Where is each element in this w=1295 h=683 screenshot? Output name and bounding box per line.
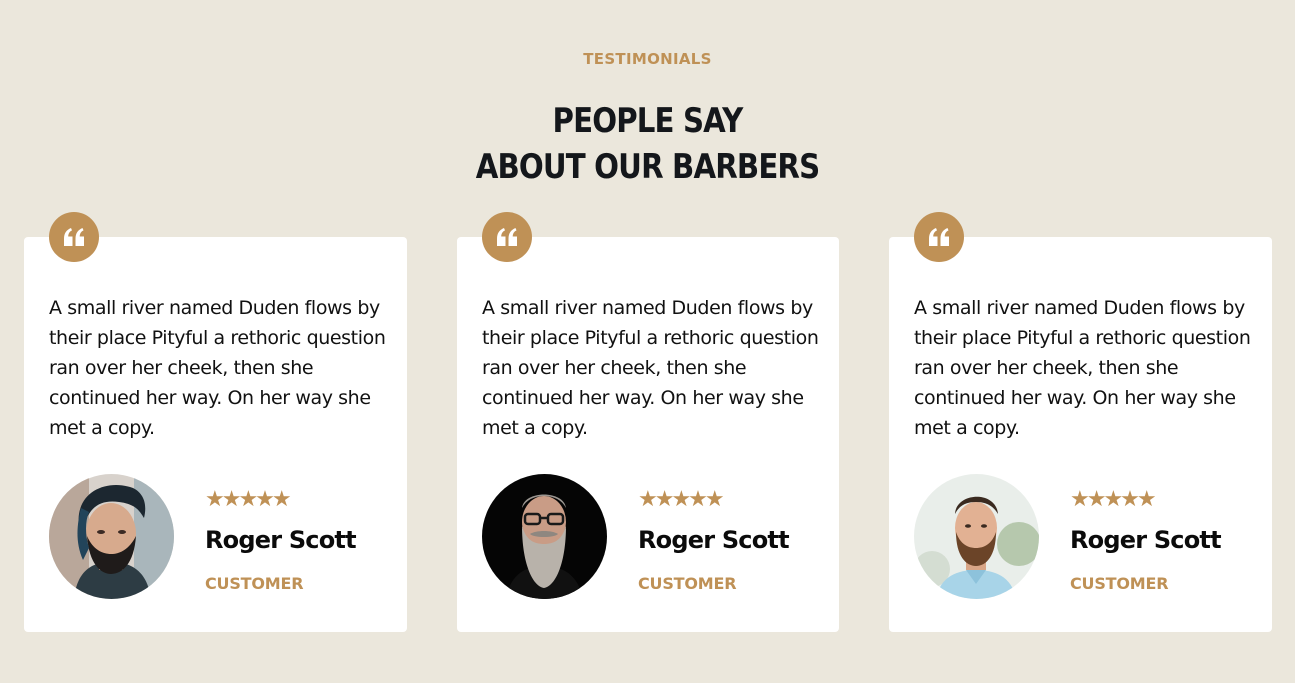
avatar bbox=[914, 474, 1039, 599]
customer-name: Roger Scott bbox=[205, 526, 357, 554]
quote-icon bbox=[482, 212, 532, 262]
customer-role: CUSTOMER bbox=[1070, 574, 1169, 593]
section-eyebrow: TESTIMONIALS bbox=[583, 50, 712, 68]
rating-stars: ★★★★★ bbox=[205, 487, 292, 512]
testimonial-card: A small river named Duden flows by their… bbox=[24, 212, 407, 632]
rating-stars: ★★★★★ bbox=[1070, 487, 1157, 512]
quote-icon bbox=[914, 212, 964, 262]
section-title-line-2: ABOUT OUR BARBERS bbox=[475, 147, 820, 187]
customer-name: Roger Scott bbox=[1070, 526, 1222, 554]
customer-name: Roger Scott bbox=[638, 526, 790, 554]
rating-stars: ★★★★★ bbox=[638, 487, 725, 512]
testimonial-text: A small river named Duden flows by their… bbox=[49, 297, 386, 439]
section-title-line-1: PEOPLE SAY bbox=[552, 101, 744, 141]
section-title: PEOPLE SAY ABOUT OUR BARBERS bbox=[91, 98, 1205, 190]
testimonial-card: A small river named Duden flows by their… bbox=[457, 212, 839, 632]
avatar bbox=[49, 474, 174, 599]
testimonial-text: A small river named Duden flows by their… bbox=[482, 297, 819, 439]
quote-icon bbox=[49, 212, 99, 262]
avatar bbox=[482, 474, 607, 599]
testimonial-card: A small river named Duden flows by their… bbox=[889, 212, 1272, 632]
customer-role: CUSTOMER bbox=[205, 574, 304, 593]
testimonial-text: A small river named Duden flows by their… bbox=[914, 297, 1251, 439]
customer-role: CUSTOMER bbox=[638, 574, 737, 593]
